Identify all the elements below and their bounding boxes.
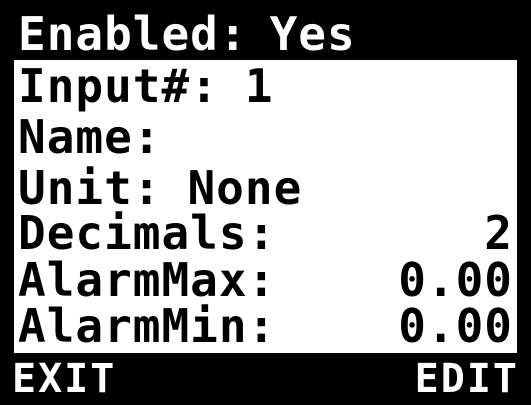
screen-frame-left (0, 0, 14, 405)
screen-frame-right (517, 0, 531, 405)
menu-item-decimals[interactable]: Decimals: 2 (14, 207, 517, 259)
alarm-min-label: AlarmMin: (18, 299, 277, 353)
alarm-min-value: 0.00 (398, 299, 513, 353)
menu-item-enabled[interactable]: Enabled: Yes (14, 8, 517, 60)
input-number-value: 1 (244, 59, 274, 113)
menu-item-alarm-min[interactable]: AlarmMin: 0.00 (14, 300, 517, 352)
name-label: Name: (18, 110, 162, 164)
decimals-label: Decimals: (18, 206, 277, 260)
edit-softkey-button[interactable]: EDIT (410, 353, 523, 405)
enabled-value: Yes (269, 7, 356, 61)
menu-item-name[interactable]: Name: (14, 111, 517, 163)
lcd-screen: Enabled: Yes Input#: 1 Name: Unit: None … (0, 0, 531, 405)
enabled-label: Enabled: (18, 7, 248, 61)
exit-softkey-button[interactable]: EXIT (8, 353, 121, 405)
softkey-bar: EXIT EDIT (0, 353, 531, 405)
menu-item-input-number[interactable]: Input#: 1 (14, 60, 517, 112)
decimals-value: 2 (484, 206, 513, 260)
input-number-label: Input#: (18, 59, 219, 113)
